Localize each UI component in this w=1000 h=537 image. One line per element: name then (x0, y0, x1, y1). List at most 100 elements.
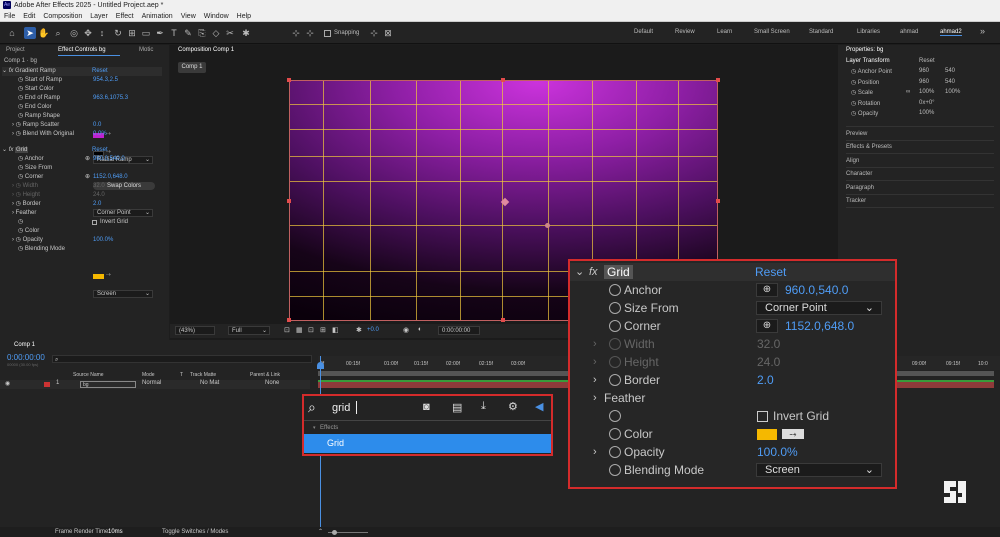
grid-height-value[interactable]: 24.0 (93, 191, 105, 200)
zoom-height-value[interactable]: 24.0 (757, 353, 780, 371)
zoom-out-timeline-icon[interactable]: ⌃ (318, 527, 323, 537)
rotate-tool-icon[interactable]: ↻ (112, 27, 124, 39)
grid-opacity-value[interactable]: 100.0% (93, 236, 113, 245)
invert-grid-checkbox[interactable] (92, 220, 97, 225)
expand-chevron-icon[interactable]: › (593, 335, 597, 353)
panel-preview[interactable]: Preview (846, 131, 867, 137)
expand-chevron-icon[interactable]: › (593, 353, 597, 371)
tab-motion[interactable]: Motic (139, 47, 153, 53)
stopwatch-icon[interactable] (609, 410, 621, 422)
stopwatch-icon[interactable] (609, 374, 621, 386)
local-axis-icon[interactable]: ⊹ (290, 27, 302, 39)
workspace-more-icon[interactable]: » (980, 26, 985, 36)
stopwatch-icon[interactable]: ◷ (18, 228, 23, 234)
snap-features-icon[interactable]: ⊠ (382, 27, 394, 39)
stopwatch-icon[interactable] (609, 356, 621, 368)
gear-icon[interactable]: ⚙ (508, 400, 518, 413)
menu-file[interactable]: File (0, 13, 19, 20)
end-of-ramp-value[interactable]: 963.6,1075.3 (93, 94, 128, 103)
corner-target-icon[interactable]: ⊕ (756, 319, 778, 333)
scale-x[interactable]: 100% (919, 89, 934, 95)
layer-handle[interactable] (716, 78, 720, 82)
workspace-ahmad[interactable]: ahmad (900, 29, 918, 35)
stopwatch-icon[interactable] (609, 284, 621, 296)
eraser-tool-icon[interactable]: ◇ (210, 27, 222, 39)
menu-window[interactable]: Window (200, 13, 233, 20)
color-swatch[interactable] (757, 429, 777, 440)
workspace-small-screen[interactable]: Small Screen (754, 29, 790, 35)
category-chevron-icon[interactable]: ▾ (313, 425, 316, 431)
stopwatch-icon[interactable]: ◷ (18, 165, 23, 171)
stopwatch-icon[interactable]: ◷ (18, 86, 23, 92)
stopwatch-icon[interactable]: ◷ (16, 201, 21, 207)
ramp-scatter-value[interactable]: 0.0 (93, 121, 101, 130)
stopwatch-icon[interactable]: ◷ (851, 101, 856, 107)
stopwatch-icon[interactable]: ◷ (18, 104, 23, 110)
panel-tracker[interactable]: Tracker (846, 198, 866, 204)
show-snapshot-icon[interactable]: ◐ (418, 326, 422, 333)
layer-handle[interactable] (501, 78, 505, 82)
expand-chevron-icon[interactable]: ⌄ (2, 68, 7, 74)
constrain-proportions-icon[interactable]: ∞ (906, 89, 910, 95)
grid-width-value[interactable]: 32.0 (93, 182, 105, 191)
brush-tool-icon[interactable]: ✎ (182, 27, 194, 39)
workspace-standard[interactable]: Standard (809, 29, 833, 35)
stopwatch-icon[interactable]: ◷ (851, 69, 856, 75)
scale-y[interactable]: 100% (945, 89, 960, 95)
rotation-value[interactable]: 0x+0° (919, 100, 935, 106)
start-of-ramp-value[interactable]: 954.3,2.5 (93, 76, 118, 85)
panel-paragraph[interactable]: Paragraph (846, 185, 874, 191)
stopwatch-icon[interactable]: ◷ (16, 237, 21, 243)
channel-icon[interactable]: ◧ (332, 326, 339, 334)
layer-handle[interactable] (287, 78, 291, 82)
timeline-zoom-thumb[interactable] (332, 530, 337, 535)
puppet-tool-icon[interactable]: ✱ (240, 27, 252, 39)
stopwatch-icon[interactable]: ◷ (18, 113, 23, 119)
expand-chevron-icon[interactable]: › (593, 443, 597, 461)
layer-handle[interactable] (716, 199, 720, 203)
type-tool-icon[interactable]: T (168, 27, 180, 39)
home-icon[interactable]: ⌂ (6, 27, 18, 39)
playhead-handle[interactable] (317, 362, 324, 369)
exposure-icon[interactable]: ✱ (356, 326, 362, 334)
stopwatch-icon[interactable] (609, 464, 621, 476)
zoom-opacity-value[interactable]: 100.0% (757, 443, 798, 461)
menu-composition[interactable]: Composition (39, 13, 86, 20)
pan-tool-icon[interactable]: ✥ (82, 27, 94, 39)
menu-animation[interactable]: Animation (138, 13, 177, 20)
zoom-width-value[interactable]: 32.0 (757, 335, 780, 353)
zoom-grid-header[interactable]: ⌄ fx Grid Reset (570, 263, 895, 281)
stopwatch-icon[interactable]: ◷ (16, 131, 21, 137)
exposure-value[interactable]: +0.0 (367, 327, 379, 333)
quality-dropdown[interactable]: Full ⌄ (228, 326, 270, 335)
pen-tool-icon[interactable]: ✒ (154, 27, 166, 39)
anchor-x[interactable]: 960 (919, 68, 929, 74)
layer-mode[interactable]: Normal (142, 380, 161, 386)
stopwatch-icon[interactable]: ◷ (16, 192, 21, 198)
menu-help[interactable]: Help (233, 13, 255, 20)
workspace-review[interactable]: Review (675, 29, 695, 35)
guides-icon[interactable]: ⊞ (320, 326, 326, 334)
mask-visibility-icon[interactable]: ⊡ (308, 326, 314, 334)
panel-align[interactable]: Align (846, 158, 859, 164)
timeline-timecode[interactable]: 0:00:00:00 (7, 353, 45, 362)
layer-matte[interactable]: No Mat (200, 380, 219, 386)
stopwatch-icon[interactable]: ◷ (18, 219, 23, 225)
stopwatch-icon[interactable] (609, 428, 621, 440)
grid-blending-dropdown[interactable]: Screen ⌄ (93, 290, 153, 298)
timeline-search-input[interactable]: ⌕ (52, 355, 312, 363)
menu-edit[interactable]: Edit (19, 13, 39, 20)
workspace-libraries[interactable]: Libraries (857, 29, 880, 35)
layer-row[interactable]: ◉ 1 bg Normal No Mat None (0, 380, 310, 389)
position-x[interactable]: 960 (919, 79, 929, 85)
tab-project[interactable]: Project (6, 47, 25, 53)
position-y[interactable]: 540 (945, 79, 955, 85)
zoom-border-value[interactable]: 2.0 (757, 371, 774, 389)
blend-with-original-value[interactable]: 0.0% (93, 130, 107, 139)
zoom-corner-value[interactable]: 1152.0,648.0 (785, 317, 854, 335)
selection-tool-icon[interactable]: ➤ (24, 27, 36, 39)
dolly-tool-icon[interactable]: ↕ (96, 27, 108, 39)
fx-icon[interactable]: fx (9, 68, 14, 74)
grid-size-from-dropdown[interactable]: Corner Point ⌄ (93, 209, 153, 217)
layer-transform-reset[interactable]: Reset (919, 58, 935, 64)
